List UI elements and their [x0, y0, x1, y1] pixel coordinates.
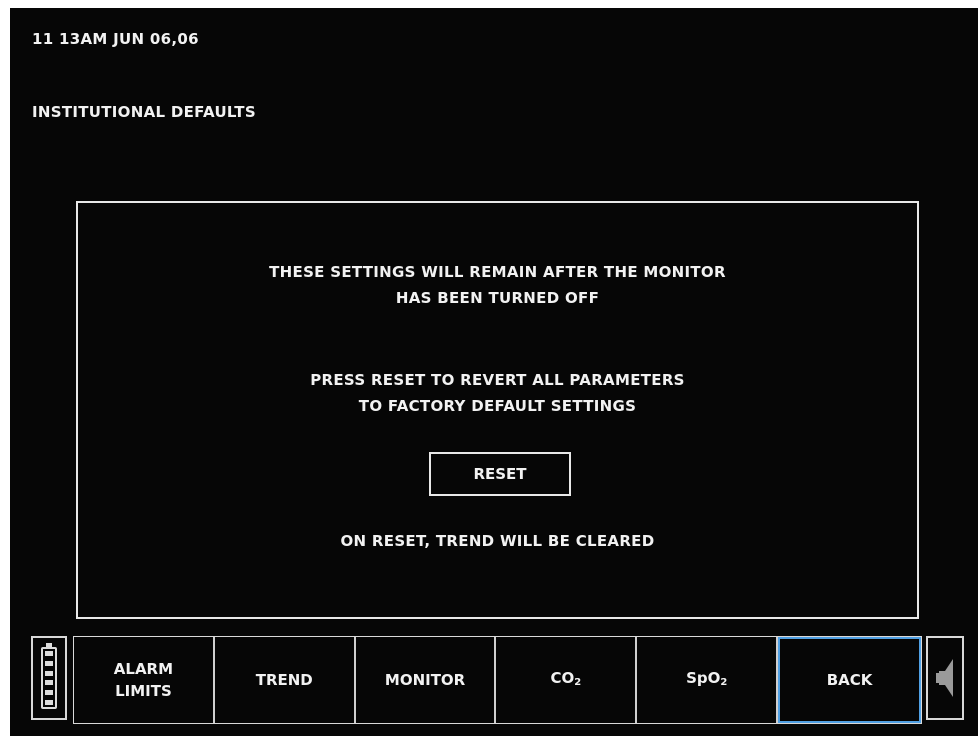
reset-note: ON RESET, TREND WILL BE CLEARED: [340, 532, 655, 550]
tab-monitor[interactable]: MONITOR: [356, 637, 497, 723]
info-panel: THESE SETTINGS WILL REMAIN AFTER THE MON…: [76, 201, 919, 619]
bottom-menu: ALARM LIMITS TREND MONITOR CO2 SpO2 BACK: [73, 636, 922, 724]
page-title: INSTITUTIONAL DEFAULTS: [32, 103, 256, 121]
tab-co2-label: CO2: [551, 667, 582, 694]
tab-spo2[interactable]: SpO2: [637, 637, 779, 723]
tab-co2[interactable]: CO2: [496, 637, 638, 723]
battery-indicator: [31, 636, 67, 720]
tab-alarm-limits-line1: ALARM: [113, 660, 174, 678]
battery-bar: [45, 660, 53, 666]
datetime: 11 13AM JUN 06,06: [32, 30, 199, 48]
battery-bar: [45, 690, 53, 696]
tab-co2-subscript: 2: [574, 676, 582, 688]
battery-icon: [41, 643, 57, 709]
tab-alarm-limits-line2: LIMITS: [115, 682, 172, 700]
tab-trend[interactable]: TREND: [215, 637, 356, 723]
battery-bar: [45, 680, 53, 686]
tab-back-label: BACK: [826, 671, 873, 689]
tab-spo2-label: SpO2: [686, 667, 727, 694]
tab-trend-label: TREND: [255, 671, 313, 689]
persist-message-line1: THESE SETTINGS WILL REMAIN AFTER THE MON…: [269, 263, 726, 281]
monitor-screen: 11 13AM JUN 06,06 INSTITUTIONAL DEFAULTS…: [10, 8, 978, 736]
tab-monitor-label: MONITOR: [384, 671, 466, 689]
tab-spo2-subscript: 2: [720, 676, 728, 688]
reset-instructions: PRESS RESET TO REVERT ALL PARAMETERS TO …: [78, 367, 917, 419]
persist-message: THESE SETTINGS WILL REMAIN AFTER THE MON…: [78, 259, 917, 311]
reset-instructions-line1: PRESS RESET TO REVERT ALL PARAMETERS: [310, 371, 685, 389]
battery-bar: [45, 651, 53, 656]
battery-bar: [45, 670, 53, 676]
reset-instructions-line2: TO FACTORY DEFAULT SETTINGS: [358, 397, 637, 415]
tab-back[interactable]: BACK: [778, 637, 921, 723]
tab-co2-main: CO: [550, 668, 575, 687]
volume-button[interactable]: [926, 636, 964, 720]
persist-message-line2: HAS BEEN TURNED OFF: [395, 289, 600, 307]
battery-cap: [46, 643, 52, 647]
speaker-icon: [936, 659, 953, 697]
reset-button[interactable]: RESET: [429, 452, 571, 496]
tab-spo2-main: SpO: [686, 668, 721, 687]
tab-alarm-limits[interactable]: ALARM LIMITS: [74, 637, 215, 723]
battery-bar: [45, 699, 53, 705]
